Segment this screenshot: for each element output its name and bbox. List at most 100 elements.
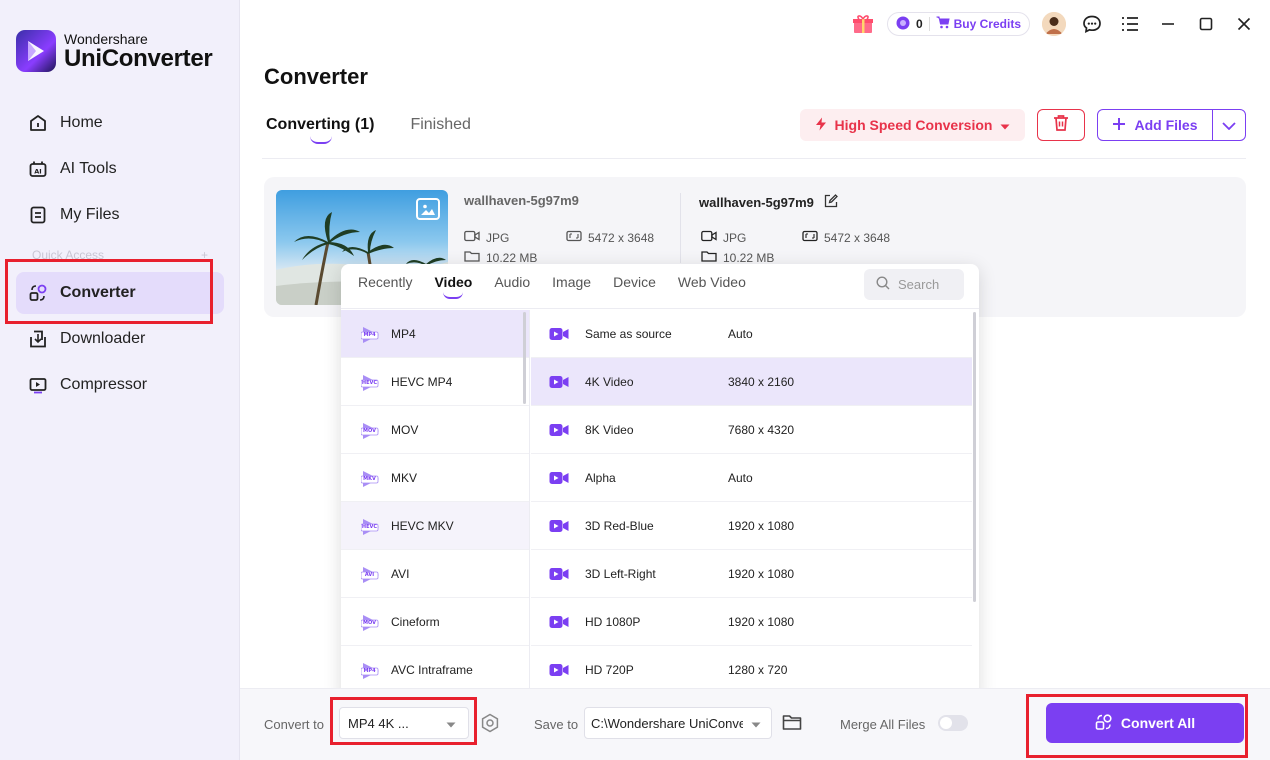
preset-item[interactable]: HD 720P 1280 x 720 bbox=[531, 646, 972, 694]
video-camera-icon bbox=[549, 567, 569, 581]
format-list-scrollbar[interactable] bbox=[523, 312, 526, 404]
sidebar-item-label: Compressor bbox=[60, 376, 148, 393]
chat-support-icon[interactable] bbox=[1078, 10, 1106, 38]
credit-count: 0 bbox=[915, 17, 923, 31]
source-size: 10.22 MB bbox=[464, 250, 537, 265]
format-label: MOV bbox=[391, 422, 419, 437]
maximize-icon[interactable] bbox=[1192, 10, 1220, 38]
preset-name: Same as source bbox=[585, 326, 672, 341]
format-item[interactable]: MKV MKV bbox=[341, 454, 529, 502]
preset-item[interactable]: Same as source Auto bbox=[531, 310, 972, 358]
format-tab-device[interactable]: Device bbox=[613, 274, 656, 290]
format-item[interactable]: MP4 AVC Intraframe bbox=[341, 646, 529, 694]
downloader-icon bbox=[28, 329, 48, 349]
sidebar-item-downloader[interactable]: Downloader bbox=[16, 318, 224, 360]
lightning-icon bbox=[815, 117, 827, 134]
format-label: HEVC MKV bbox=[391, 518, 454, 533]
sidebar-item-label: AI Tools bbox=[60, 160, 117, 177]
format-badge-text: HEVC bbox=[361, 523, 378, 530]
quick-access-label: Quick Access bbox=[32, 248, 105, 262]
add-files-dropdown[interactable] bbox=[1213, 110, 1245, 140]
merge-all-files-toggle[interactable] bbox=[938, 715, 968, 731]
preset-resolution: Auto bbox=[728, 326, 753, 341]
ai-tools-icon: AI bbox=[28, 159, 48, 179]
format-item[interactable]: MP4 MP4 bbox=[341, 310, 529, 358]
user-avatar[interactable] bbox=[1040, 10, 1068, 38]
converter-tabs: Converting (1) Finished bbox=[266, 116, 471, 144]
avatar-icon bbox=[1042, 12, 1066, 36]
header-divider bbox=[262, 158, 1246, 159]
preset-name: 3D Red-Blue bbox=[585, 518, 654, 533]
sidebar-item-home[interactable]: Home bbox=[16, 102, 224, 144]
sidebar-item-converter[interactable]: Converter bbox=[16, 272, 224, 314]
menu-icon[interactable] bbox=[1116, 10, 1144, 38]
brand-product: UniConverter bbox=[64, 44, 213, 72]
add-files-button[interactable]: Add Files bbox=[1098, 110, 1213, 140]
format-tab-audio[interactable]: Audio bbox=[494, 274, 530, 290]
close-icon[interactable] bbox=[1230, 10, 1258, 38]
format-item[interactable]: HEVC HEVC MKV bbox=[341, 502, 529, 550]
preset-item[interactable]: HD 1080P 1920 x 1080 bbox=[531, 598, 972, 646]
settings-gear-icon[interactable] bbox=[480, 713, 500, 738]
format-badge-text: MP4 bbox=[363, 331, 376, 338]
preset-list-scrollbar[interactable] bbox=[973, 312, 976, 602]
format-search-input[interactable]: Search bbox=[864, 269, 964, 300]
brand: Wondershare UniConverter bbox=[16, 30, 213, 72]
sidebar-item-ai-tools[interactable]: AI AI Tools bbox=[16, 148, 224, 190]
edit-name-icon[interactable] bbox=[824, 194, 838, 211]
delete-all-button[interactable] bbox=[1037, 109, 1085, 141]
quick-access-add-button[interactable]: + bbox=[201, 248, 208, 262]
convert-to-select[interactable]: MP4 4K ... bbox=[339, 707, 469, 739]
format-item[interactable]: HEVC HEVC MP4 bbox=[341, 358, 529, 406]
save-to-value: C:\Wondershare UniConverter bbox=[591, 715, 743, 731]
minimize-icon[interactable] bbox=[1154, 10, 1182, 38]
open-folder-icon[interactable] bbox=[782, 713, 802, 736]
credits-divider bbox=[928, 17, 930, 31]
buy-credits-button[interactable]: Buy Credits bbox=[936, 16, 1021, 32]
convert-all-label: Convert All bbox=[1120, 715, 1196, 731]
tab-finished[interactable]: Finished bbox=[410, 116, 470, 134]
format-file-icon: AVI bbox=[360, 565, 379, 583]
convert-all-button[interactable]: Convert All bbox=[1046, 703, 1244, 743]
sidebar-item-label: Home bbox=[60, 114, 103, 131]
high-speed-conversion-button[interactable]: High Speed Conversion bbox=[800, 109, 1025, 141]
resolution-icon bbox=[566, 230, 582, 245]
format-item[interactable]: MOV Cineform bbox=[341, 598, 529, 646]
format-tab-web-video[interactable]: Web Video bbox=[678, 274, 746, 290]
brand-company: Wondershare bbox=[64, 30, 148, 47]
format-file-icon: MP4 bbox=[360, 325, 379, 343]
preset-item[interactable]: 8K Video 7680 x 4320 bbox=[531, 406, 972, 454]
preset-resolution: 3840 x 2160 bbox=[728, 374, 795, 389]
preset-name: HD 720P bbox=[585, 662, 634, 677]
preset-item[interactable]: 3D Red-Blue 1920 x 1080 bbox=[531, 502, 972, 550]
sidebar-item-compressor[interactable]: Compressor bbox=[16, 364, 224, 406]
format-file-icon: MOV bbox=[360, 613, 379, 631]
format-badge-text: MKV bbox=[363, 475, 376, 482]
buy-credits-label: Buy Credits bbox=[953, 17, 1021, 31]
format-file-icon: MOV bbox=[360, 421, 379, 439]
my-files-icon bbox=[28, 205, 48, 225]
format-item[interactable]: AVI AVI bbox=[341, 550, 529, 598]
preset-resolution: 1920 x 1080 bbox=[728, 614, 795, 629]
format-item[interactable]: MOV MOV bbox=[341, 406, 529, 454]
popup-divider bbox=[341, 308, 979, 309]
save-to-select[interactable]: C:\Wondershare UniConverter bbox=[584, 707, 772, 739]
cart-icon bbox=[936, 16, 950, 32]
tab-converting[interactable]: Converting (1) bbox=[266, 116, 374, 144]
format-tab-image[interactable]: Image bbox=[552, 274, 591, 290]
sidebar-item-my-files[interactable]: My Files bbox=[16, 194, 224, 236]
gift-icon[interactable] bbox=[849, 10, 877, 38]
preset-item[interactable]: 4K Video 3840 x 2160 bbox=[531, 358, 972, 406]
coin-icon bbox=[896, 16, 910, 33]
uniconverter-logo-icon bbox=[16, 30, 56, 72]
format-tab-video[interactable]: Video bbox=[434, 274, 472, 299]
popup-column-divider bbox=[529, 310, 530, 702]
format-tab-recently[interactable]: Recently bbox=[358, 274, 412, 290]
caret-down-icon bbox=[1000, 117, 1010, 133]
format-badge-text: HEVC bbox=[361, 379, 378, 386]
preset-item[interactable]: 3D Left-Right 1920 x 1080 bbox=[531, 550, 972, 598]
sidebar-item-label: My Files bbox=[60, 206, 120, 223]
source-file-name: wallhaven-5g97m9 bbox=[464, 193, 579, 208]
video-camera-icon bbox=[549, 423, 569, 437]
preset-item[interactable]: Alpha Auto bbox=[531, 454, 972, 502]
